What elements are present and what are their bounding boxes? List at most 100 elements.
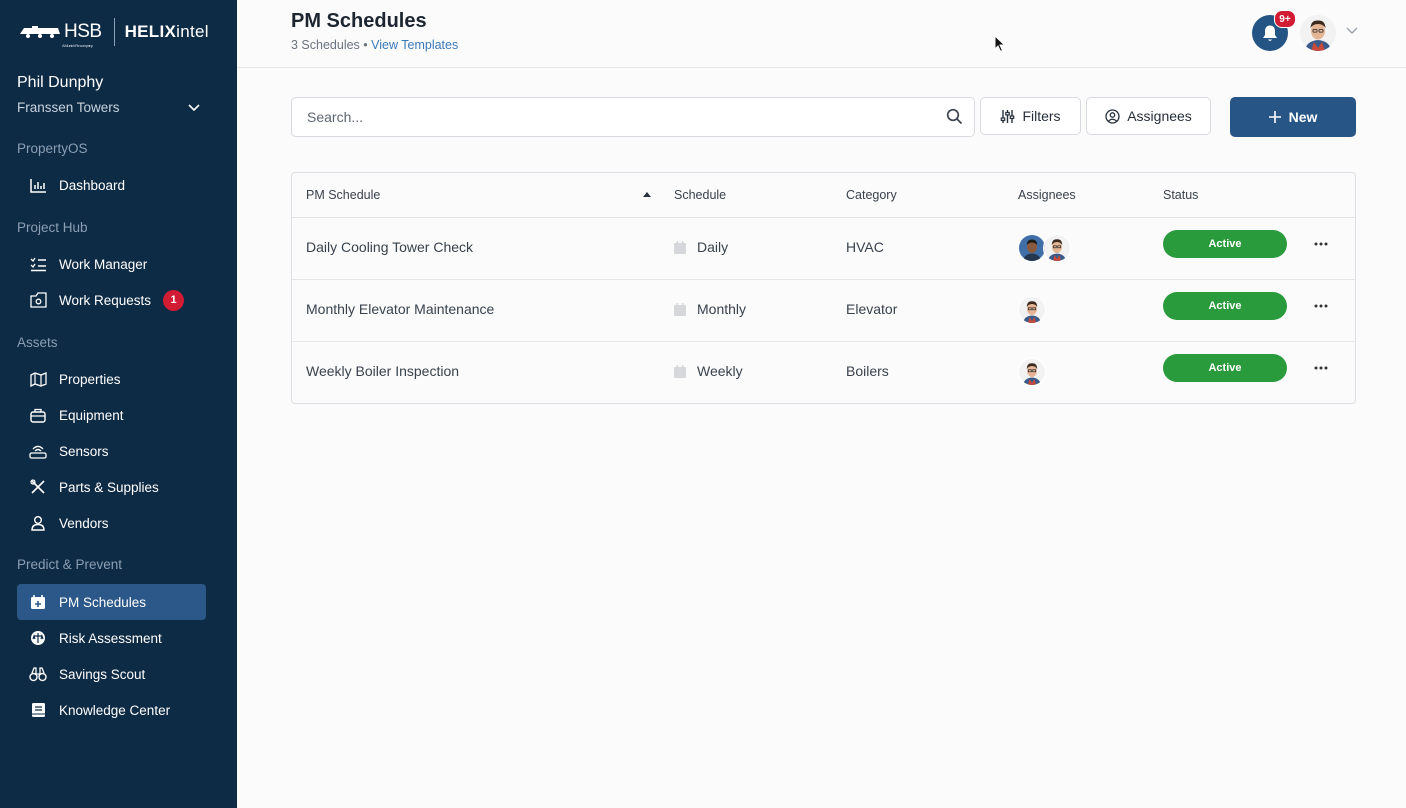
- schedule-frequency: Daily: [674, 239, 728, 255]
- top-bar: PM Schedules 3 Schedules • View Template…: [237, 0, 1406, 68]
- page-title: PM Schedules: [291, 10, 427, 32]
- sidebar-item-pm-schedules[interactable]: PM Schedules: [17, 584, 206, 620]
- filters-button[interactable]: Filters: [980, 97, 1081, 135]
- section-assets: Assets: [17, 335, 58, 350]
- table-header: PM Schedule Schedule Category Assignees …: [292, 173, 1355, 218]
- more-options-button[interactable]: [1311, 359, 1331, 377]
- sidebar-item-work-requests[interactable]: Work Requests 1: [17, 282, 206, 318]
- sidebar-item-risk-assessment[interactable]: Risk Assessment: [17, 620, 206, 656]
- sidebar-item-label: Dashboard: [59, 177, 126, 193]
- map-icon: [29, 370, 47, 388]
- ellipsis-icon: [1314, 242, 1328, 246]
- sidebar-item-sensors[interactable]: Sensors: [17, 433, 206, 469]
- calendar-plus-icon: [29, 593, 47, 611]
- search-icon[interactable]: [946, 108, 963, 125]
- table-row[interactable]: Monthly Elevator Maintenance Monthly Ele…: [292, 279, 1355, 342]
- user-name: Phil Dunphy: [17, 74, 104, 91]
- assignee-avatars[interactable]: [1018, 234, 1071, 262]
- column-header-schedule[interactable]: Schedule: [674, 188, 726, 202]
- calendar-icon: [674, 302, 686, 316]
- column-header-status[interactable]: Status: [1163, 188, 1198, 202]
- chevron-down-icon[interactable]: [186, 99, 202, 115]
- avatar[interactable]: [1043, 234, 1071, 262]
- toolbox-icon: [29, 406, 47, 424]
- brand-logo[interactable]: HSB A Munich Re company HELIXintel: [18, 18, 209, 48]
- search-input[interactable]: [305, 108, 909, 126]
- chevron-down-icon[interactable]: [1346, 25, 1358, 35]
- sidebar-item-label: Parts & Supplies: [59, 479, 159, 495]
- avatar[interactable]: [1018, 296, 1046, 324]
- sidebar-item-label: PM Schedules: [59, 594, 147, 610]
- sidebar: HSB A Munich Re company HELIXintel Phil …: [0, 0, 237, 808]
- sidebar-item-parts-supplies[interactable]: Parts & Supplies: [17, 469, 206, 505]
- table-row[interactable]: Weekly Boiler Inspection Weekly Boilers …: [292, 341, 1355, 403]
- avatar[interactable]: [1018, 234, 1046, 262]
- site-selector[interactable]: Franssen Towers: [17, 100, 120, 115]
- person-icon: [29, 514, 47, 532]
- sidebar-item-label: Vendors: [59, 515, 109, 531]
- calendar-icon: [674, 240, 686, 254]
- schedule-category: Elevator: [846, 301, 898, 317]
- scale-icon: [29, 629, 47, 647]
- tools-icon: [29, 478, 47, 496]
- sidebar-item-work-manager[interactable]: Work Manager: [17, 246, 206, 282]
- book-icon: [29, 701, 47, 719]
- assignees-button[interactable]: Assignees: [1086, 97, 1211, 135]
- sidebar-item-label: Properties: [59, 371, 121, 387]
- more-options-button[interactable]: [1311, 235, 1331, 253]
- sidebar-item-label: Risk Assessment: [59, 630, 162, 646]
- assignee-avatars[interactable]: [1018, 296, 1046, 324]
- sidebar-item-label: Knowledge Center: [59, 702, 171, 718]
- search-box[interactable]: [291, 97, 975, 137]
- binoculars-icon: [29, 665, 47, 683]
- ellipsis-icon: [1314, 304, 1328, 308]
- schedule-frequency: Monthly: [674, 301, 746, 317]
- sidebar-item-savings-scout[interactable]: Savings Scout: [17, 656, 206, 692]
- hsb-logo: HSB A Munich Re company: [18, 21, 102, 48]
- schedule-name[interactable]: Daily Cooling Tower Check: [306, 239, 473, 255]
- section-propertyos: PropertyOS: [17, 141, 88, 156]
- column-header-assignees[interactable]: Assignees: [1018, 188, 1076, 202]
- inbox-gear-icon: [29, 291, 47, 309]
- sidebar-item-dashboard[interactable]: Dashboard: [17, 167, 206, 203]
- page-subtitle: 3 Schedules • View Templates: [291, 38, 459, 52]
- status-badge: Active: [1163, 292, 1287, 320]
- schedule-count: 3 Schedules: [291, 38, 360, 52]
- sort-asc-icon[interactable]: [643, 191, 651, 197]
- assignee-avatars[interactable]: [1018, 358, 1046, 386]
- status-badge: Active: [1163, 354, 1287, 382]
- schedule-category: Boilers: [846, 363, 889, 379]
- section-project-hub: Project Hub: [17, 220, 88, 235]
- notification-badge: 9+: [1274, 10, 1296, 28]
- column-header-category[interactable]: Category: [846, 188, 897, 202]
- sliders-icon: [1001, 109, 1015, 123]
- ellipsis-icon: [1314, 366, 1328, 370]
- schedule-name[interactable]: Weekly Boiler Inspection: [306, 363, 459, 379]
- view-templates-link[interactable]: View Templates: [371, 38, 458, 52]
- status-badge: Active: [1163, 230, 1287, 258]
- pm-schedules-table: PM Schedule Schedule Category Assignees …: [291, 172, 1356, 404]
- sidebar-item-equipment[interactable]: Equipment: [17, 397, 206, 433]
- sidebar-item-properties[interactable]: Properties: [17, 361, 206, 397]
- schedule-name[interactable]: Monthly Elevator Maintenance: [306, 301, 494, 317]
- avatar[interactable]: [1018, 358, 1046, 386]
- calendar-icon: [674, 364, 686, 378]
- sidebar-item-label: Savings Scout: [59, 666, 146, 682]
- table-row[interactable]: Daily Cooling Tower Check Daily HVAC Act…: [292, 217, 1355, 280]
- more-options-button[interactable]: [1311, 297, 1331, 315]
- sidebar-item-vendors[interactable]: Vendors: [17, 505, 206, 541]
- new-button[interactable]: New: [1230, 97, 1356, 137]
- user-circle-icon: [1105, 108, 1120, 124]
- router-icon: [29, 442, 47, 460]
- plus-icon: [1268, 111, 1281, 123]
- section-predict-prevent: Predict & Prevent: [17, 557, 123, 572]
- user-avatar[interactable]: [1300, 15, 1336, 51]
- column-header-pm-schedule[interactable]: PM Schedule: [306, 188, 380, 202]
- schedule-frequency: Weekly: [674, 363, 743, 379]
- chart-icon: [29, 176, 47, 194]
- sidebar-item-label: Work Requests: [59, 292, 152, 308]
- sidebar-item-knowledge-center[interactable]: Knowledge Center: [17, 692, 206, 728]
- sidebar-item-label: Work Manager: [59, 256, 148, 272]
- sidebar-item-label: Sensors: [59, 443, 109, 459]
- mouse-cursor-icon: [994, 35, 1006, 53]
